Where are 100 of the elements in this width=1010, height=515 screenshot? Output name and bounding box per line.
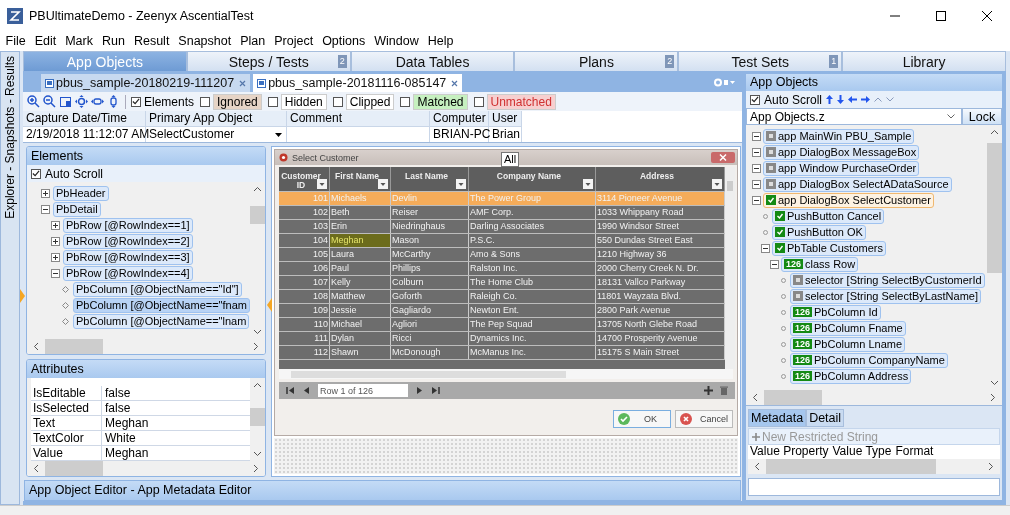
close-icon[interactable] [981,9,993,22]
scrollbar-thumb[interactable] [291,370,566,378]
tree-node[interactable]: PushButton OK [772,224,866,240]
scroll-down-icon[interactable] [253,329,262,335]
horizontal-resize-icon[interactable] [91,95,104,108]
arrow-left-icon[interactable] [848,96,858,103]
tree-node[interactable]: app DialogBox SelectCustomer [763,192,934,208]
scroll-left-icon[interactable] [754,462,760,471]
expander-icon[interactable] [51,220,60,230]
table-row[interactable]: 104 Meghan Mason P.S.C. 550 Dundas Street East [279,233,725,247]
expander-icon[interactable] [41,204,50,214]
tree-node[interactable]: 126 PbColumn Id [790,304,881,320]
menu-item[interactable]: Options [317,34,370,48]
scroll-down-icon[interactable] [253,451,262,457]
tree-node[interactable]: PbColumn [@ObjectName=="lnam [73,313,250,329]
filter-dropdown-icon[interactable] [712,179,722,189]
panel-tab[interactable]: Detail [806,409,845,427]
menu-item[interactable]: Project [269,34,318,48]
expander-icon[interactable] [761,243,770,253]
tree-node[interactable]: PbDetail [53,201,101,217]
menu-item[interactable]: Run [97,34,130,48]
checkbox[interactable] [131,96,141,107]
table-row[interactable]: 106 Paul Phillips Ralston Inc. 2000 Cherry Creek N. Dr. [279,261,725,275]
scroll-up-icon[interactable] [253,382,262,388]
tree-node[interactable]: PbHeader [53,185,109,201]
vertical-resize-icon[interactable] [107,95,120,108]
tree-node[interactable]: app DialogBox SelectADataSource [763,176,952,192]
filter-dropdown-icon[interactable] [456,179,466,189]
tree-node[interactable]: PushButton Cancel [772,208,885,224]
add-icon[interactable] [704,386,713,395]
main-tab[interactable]: Plans 2 [514,51,679,71]
filter-dropdown-icon[interactable] [583,179,593,189]
tree-node[interactable]: 126 PbColumn CompanyName [790,352,948,368]
tree-node[interactable]: PbRow [@RowIndex==3] [63,249,193,265]
editor-bar[interactable]: App Object Editor - App Metadata Editor [24,480,741,501]
checkbox[interactable] [31,168,41,179]
text-field[interactable] [748,478,1000,496]
horizontal-scrollbar[interactable] [27,461,265,476]
dialog-button[interactable]: Cancel [675,410,733,428]
maximize-icon[interactable] [935,9,947,22]
table-row[interactable]: 103 Erin Niedringhaus Darling Associates 1990 Windsor Street [279,219,725,233]
checkbox[interactable] [267,96,278,107]
dialog-button[interactable]: OK [613,410,671,428]
move-icon[interactable] [75,95,88,108]
checkbox[interactable] [332,96,343,107]
scroll-left-icon[interactable] [752,393,758,402]
tree-node[interactable]: PbRow [@RowIndex==2] [63,233,193,249]
expander-icon[interactable] [752,147,761,157]
file-dropdown[interactable]: App Objects.z [746,108,962,125]
tree-node[interactable]: 126 class Row [781,256,859,272]
table-row[interactable]: 108 Matthew Goforth Raleigh Co. 11801 Wayzata Blvd. [279,289,725,303]
main-tab[interactable]: Test Sets 1 [678,51,843,71]
document-tab[interactable]: pbus_sample-20180219-111207 [41,74,251,92]
first-page-icon[interactable] [286,386,295,395]
expander-icon[interactable] [752,179,761,189]
tree-node[interactable]: 126 PbColumn Address [790,368,912,384]
tree-node[interactable]: PbRow [@RowIndex==1] [63,217,193,233]
checkbox[interactable] [400,96,411,107]
tree-node[interactable]: app DialogBox MessageBox [763,144,920,160]
main-tab[interactable]: Data Tables [350,51,515,71]
tree-node[interactable]: PbTable Customers [772,240,886,256]
checkbox[interactable] [473,96,484,107]
arrow-up-icon[interactable] [826,95,834,104]
expander-icon[interactable] [41,188,50,198]
scrollbar-thumb[interactable] [727,181,733,191]
main-tab[interactable]: Steps / Tests 2 [186,51,351,71]
arrow-right-icon[interactable] [861,96,871,103]
tree-node[interactable]: 126 PbColumn Fname [790,320,906,336]
menu-item[interactable]: Edit [30,34,61,48]
fit-frame-icon[interactable] [59,95,72,108]
horizontal-scrollbar[interactable] [746,390,1002,406]
scroll-left-icon[interactable] [33,342,39,351]
tree-node[interactable]: PbRow [@RowIndex==4] [63,265,193,281]
table-row[interactable]: 105 Laura McCarthy Amo & Sons 1210 Highway 36 [279,247,725,261]
tree-node[interactable]: selector [String SelectByLastName] [790,288,982,304]
document-tab[interactable]: pbus_sample-20181116-085147 [253,74,463,92]
tree-node[interactable]: 126 PbColumn Lname [790,336,906,352]
last-page-icon[interactable] [431,386,440,395]
scrollbar-thumb[interactable] [250,206,265,224]
table-row[interactable]: 107 Kelly Colburn The Home Club 18131 Vallco Parkway [279,275,725,289]
expander-icon[interactable] [752,131,761,141]
filter-dropdown-icon[interactable] [317,179,327,189]
tree-node[interactable]: app MainWin PBU_Sample [763,128,915,144]
menu-item[interactable]: Result [129,34,174,48]
vertical-scrollbar[interactable] [725,167,735,369]
panel-tab[interactable]: Metadata [748,409,807,427]
zoom-in-icon[interactable] [27,95,40,108]
side-panel-tab[interactable]: Explorer - Snapshots - Results [0,51,20,505]
table-row[interactable]: 112 Shawn McDonough McManus Inc. 15175 S Main Street [279,345,725,359]
scroll-down-icon[interactable] [990,380,999,386]
table-row[interactable]: 110 Michael Agliori The Pep Squad 13705 North Glebe Road [279,317,725,331]
checkbox[interactable] [200,96,211,107]
scrollbar-thumb[interactable] [45,339,103,354]
table-row[interactable]: 102 Beth Reiser AMF Corp. 1033 Whippany Road [279,205,725,219]
horizontal-scrollbar[interactable] [27,339,265,354]
menu-item[interactable]: Mark [60,34,98,48]
scrollbar-thumb[interactable] [764,390,822,405]
filter-dropdown-icon[interactable] [378,179,388,189]
zoom-out-icon[interactable] [43,95,56,108]
scroll-up-icon[interactable] [990,129,999,135]
